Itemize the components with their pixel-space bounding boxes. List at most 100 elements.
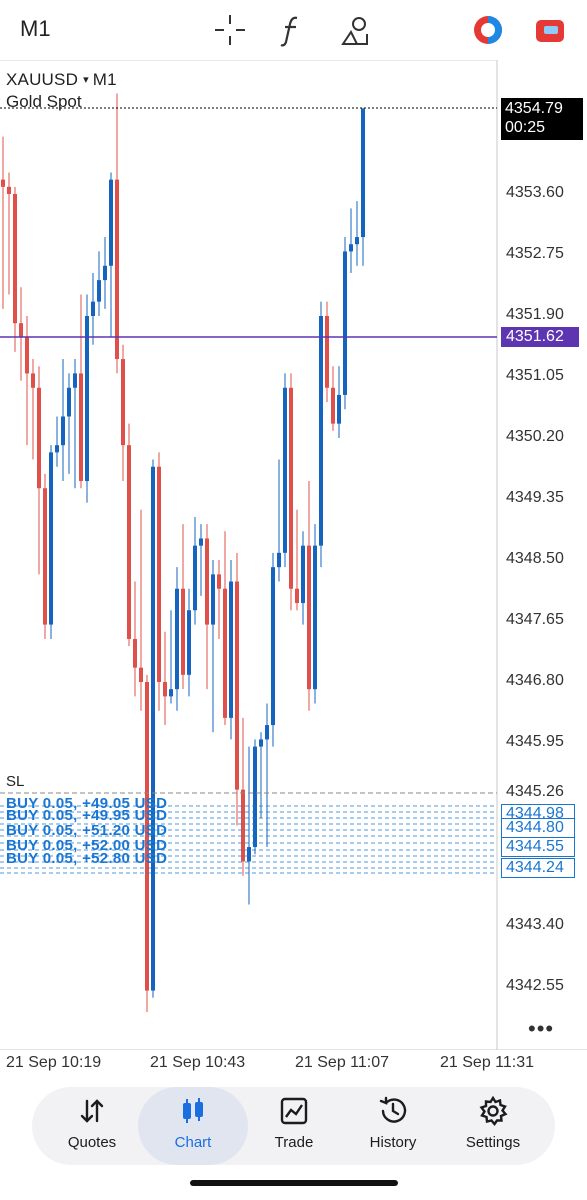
nav-chart[interactable]: Chart xyxy=(138,1087,248,1165)
price-axis-label: 4347.65 xyxy=(506,611,564,628)
candle-body xyxy=(283,387,287,553)
candle-body xyxy=(97,280,101,302)
candle-body xyxy=(193,545,197,611)
symbol-dropdown-icon[interactable]: ▾ xyxy=(83,74,89,86)
candle-body xyxy=(271,567,275,726)
account-switch-icon[interactable] xyxy=(532,12,568,48)
candle-body xyxy=(37,387,41,489)
nav-chart-label: Chart xyxy=(174,1134,212,1151)
nav-quotes-label: Quotes xyxy=(67,1134,117,1151)
price-axis-label: 4351.05 xyxy=(506,367,564,384)
top-toolbar: M1 xyxy=(0,0,587,60)
candle-body xyxy=(223,588,227,718)
trade-chart-icon xyxy=(280,1097,308,1125)
ask-price-tag: 4354.79 00:25 xyxy=(501,98,583,140)
candle-body xyxy=(331,387,335,424)
price-axis-label: 4348.50 xyxy=(506,550,564,567)
quotes-arrows-icon xyxy=(80,1099,104,1123)
candle-body xyxy=(19,323,23,338)
candle-body xyxy=(43,488,47,625)
price-axis-label: 4351.90 xyxy=(506,306,564,323)
candle-body xyxy=(109,179,113,266)
candle-body xyxy=(181,588,185,675)
candle-body xyxy=(7,186,11,194)
candle-body xyxy=(319,316,323,546)
candle-body xyxy=(61,416,65,446)
candle-body xyxy=(127,445,131,639)
nav-history[interactable]: History xyxy=(343,1087,443,1165)
nav-history-label: History xyxy=(369,1134,417,1151)
candle-body xyxy=(49,452,53,625)
objects-icon[interactable] xyxy=(337,12,373,48)
candle-body xyxy=(199,538,203,546)
candle-body xyxy=(253,746,257,848)
candle-body xyxy=(289,387,293,589)
candle-body xyxy=(325,316,329,388)
candle-body xyxy=(187,610,191,675)
symbol-timeframe: M1 xyxy=(92,70,117,89)
candle-body xyxy=(259,739,263,747)
candle-body xyxy=(295,588,299,604)
price-axis-label: 4352.75 xyxy=(506,245,564,262)
history-clock-icon xyxy=(379,1096,407,1123)
candle-body xyxy=(91,301,95,316)
trade-position-label[interactable]: BUY 0.05, +52.80 USD xyxy=(6,850,167,867)
signal-toggle-icon[interactable] xyxy=(470,12,506,48)
candle-body xyxy=(343,251,347,395)
time-axis-label: 21 Sep 11:31 xyxy=(440,1054,535,1071)
candle-body xyxy=(55,445,59,453)
stop-loss-label[interactable]: SL xyxy=(6,773,24,790)
symbol-name: XAUUSD xyxy=(6,70,79,89)
candle-body xyxy=(157,466,161,682)
candle-body xyxy=(235,581,239,790)
candle-body xyxy=(265,725,269,740)
order-price-tag[interactable]: 4344.24 xyxy=(501,858,575,878)
timeframe-button[interactable]: M1 xyxy=(20,16,51,42)
price-chart[interactable] xyxy=(0,60,587,1050)
candle-body xyxy=(79,373,83,482)
candle-body xyxy=(211,574,215,625)
candle-body xyxy=(73,373,77,388)
symbol-header[interactable]: XAUUSD ▾ M1 xyxy=(6,70,117,90)
candle-body xyxy=(217,574,221,589)
nav-trade[interactable]: Trade xyxy=(244,1087,344,1165)
candle-body xyxy=(175,588,179,690)
time-axis-label: 21 Sep 10:19 xyxy=(6,1054,102,1071)
candle-body xyxy=(121,359,125,446)
bottom-navigation: Quotes Chart Trade History Settings xyxy=(32,1087,555,1165)
candle-body xyxy=(229,581,233,718)
price-axis-label: 4342.55 xyxy=(506,977,564,994)
candle-body xyxy=(355,237,359,245)
nav-settings-label: Settings xyxy=(465,1134,521,1151)
candle-body xyxy=(241,789,245,862)
price-axis-label: 4346.80 xyxy=(506,672,564,689)
candle-body xyxy=(103,265,107,281)
candle-body xyxy=(277,552,281,568)
bar-countdown: 00:25 xyxy=(505,119,546,136)
order-price-tag[interactable]: 4344.80 xyxy=(501,818,575,838)
more-options-icon[interactable]: ••• xyxy=(528,1016,554,1042)
candle-body xyxy=(115,179,119,360)
chart-area[interactable] xyxy=(0,60,587,1050)
nav-quotes[interactable]: Quotes xyxy=(42,1087,142,1165)
candle-body xyxy=(205,538,209,625)
crosshair-icon[interactable] xyxy=(212,12,248,48)
candle-body xyxy=(133,638,137,668)
candle-body xyxy=(169,689,173,697)
price-axis-label: 4343.40 xyxy=(506,916,564,933)
nav-settings[interactable]: Settings xyxy=(443,1087,543,1165)
order-price-tag[interactable]: 4344.55 xyxy=(501,837,575,857)
indicator-f-icon[interactable] xyxy=(273,12,309,48)
price-axis-label: 4350.20 xyxy=(506,428,564,445)
home-indicator xyxy=(190,1180,398,1186)
candle-body xyxy=(361,108,365,238)
nav-trade-label: Trade xyxy=(274,1134,314,1151)
candle-body xyxy=(31,373,35,388)
candle-body xyxy=(13,194,17,324)
bid-price-tag: 4351.62 xyxy=(501,327,579,347)
candle-body xyxy=(25,337,29,374)
candle-body xyxy=(139,667,143,682)
candle-body xyxy=(337,394,341,424)
time-axis-label: 21 Sep 10:43 xyxy=(150,1054,246,1071)
time-axis-label: 21 Sep 11:07 xyxy=(295,1054,390,1071)
